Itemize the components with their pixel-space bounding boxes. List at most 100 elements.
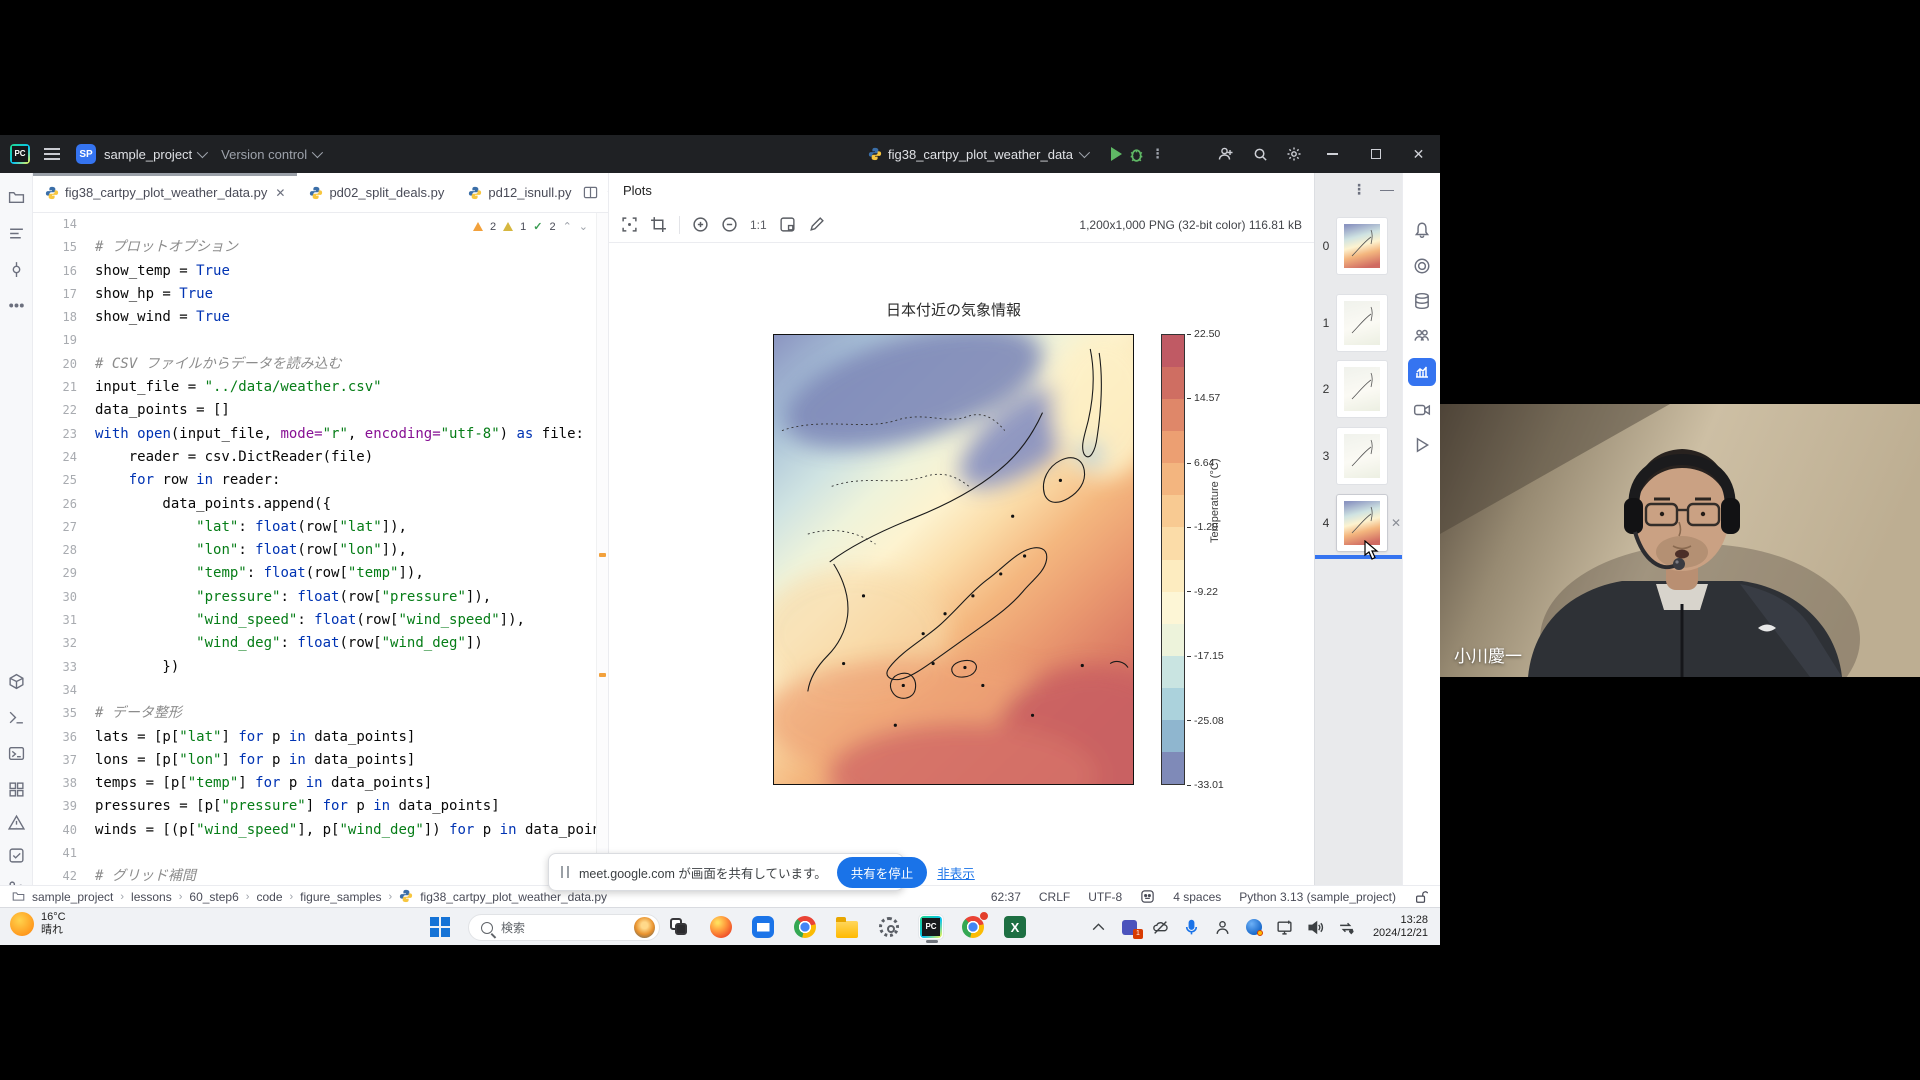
- code-line[interactable]: 42# グリッド補間: [33, 865, 608, 885]
- code-line[interactable]: 36lats = [p["lat"] for p in data_points]: [33, 726, 608, 749]
- firefox-app-icon[interactable]: [708, 914, 734, 940]
- line-separator-widget[interactable]: CRLF: [1039, 890, 1070, 904]
- editor-tab[interactable]: pd02_split_deals.py: [297, 173, 456, 212]
- code-line[interactable]: 34: [33, 679, 608, 702]
- close-tab-icon[interactable]: ✕: [275, 186, 285, 200]
- plot-thumbnail[interactable]: 4✕: [1315, 492, 1403, 554]
- meetings-tool-icon[interactable]: [1413, 401, 1431, 419]
- code-line[interactable]: 24 reader = csv.DictReader(file): [33, 446, 608, 469]
- settings-gear-button[interactable]: [1277, 135, 1311, 173]
- vcs-selector[interactable]: Version control: [213, 135, 328, 173]
- stop-sharing-button[interactable]: 共有を停止: [837, 857, 928, 888]
- speaker-tray-icon[interactable]: [1307, 918, 1325, 936]
- code-line[interactable]: 41: [33, 842, 608, 865]
- crop-icon[interactable]: [650, 216, 667, 233]
- plot-thumbnail[interactable]: 3: [1315, 425, 1403, 487]
- plugin-widget-icon[interactable]: [1140, 889, 1155, 904]
- teams-tray-icon[interactable]: 1: [1121, 918, 1139, 936]
- mail-app-icon[interactable]: [750, 914, 776, 940]
- close-button[interactable]: ✕: [1397, 135, 1440, 173]
- taskbar-weather-widget[interactable]: 16°C 晴れ: [10, 911, 66, 937]
- hide-panel-icon[interactable]: —: [1380, 181, 1394, 198]
- excel-app-icon[interactable]: X: [1002, 914, 1028, 940]
- code-line[interactable]: 15# プロットオプション: [33, 236, 608, 259]
- plots-options-icon[interactable]: ⋮: [1352, 181, 1366, 198]
- code-line[interactable]: 31 "wind_speed": float(row["wind_speed"]…: [33, 609, 608, 632]
- code-editor[interactable]: 1415# プロットオプション16show_temp = True17show_…: [33, 213, 608, 885]
- warning-mark[interactable]: [599, 673, 606, 677]
- editor-tab[interactable]: pd12_isnull.py: [456, 173, 583, 212]
- run-tool-icon[interactable]: [1413, 436, 1431, 454]
- project-folder-icon[interactable]: [8, 189, 25, 206]
- code-line[interactable]: 32 "wind_deg": float(row["wind_deg"]): [33, 632, 608, 655]
- inspections-widget[interactable]: 2 1 ✓2 ⌃⌄: [469, 218, 592, 235]
- encoding-widget[interactable]: UTF-8: [1088, 890, 1122, 904]
- interpreter-widget[interactable]: Python 3.13 (sample_project): [1239, 890, 1396, 904]
- packages-icon[interactable]: [8, 673, 25, 690]
- breadcrumb-item[interactable]: sample_project: [32, 890, 113, 904]
- problems-icon[interactable]: [8, 814, 25, 831]
- project-badge[interactable]: SP: [76, 144, 96, 164]
- code-line[interactable]: 19: [33, 329, 608, 352]
- terminal-icon[interactable]: [8, 745, 25, 762]
- plot-thumbnail[interactable]: 2: [1315, 358, 1403, 420]
- debug-button[interactable]: [1128, 146, 1145, 163]
- pause-icon[interactable]: [561, 866, 569, 878]
- minimize-button[interactable]: [1311, 135, 1354, 173]
- breadcrumb-item[interactable]: lessons: [131, 890, 172, 904]
- add-user-button[interactable]: [1209, 135, 1243, 173]
- code-line[interactable]: 33 }): [33, 656, 608, 679]
- zoom-in-icon[interactable]: [692, 216, 709, 233]
- commit-icon[interactable]: [8, 261, 25, 278]
- main-menu-icon[interactable]: [44, 148, 60, 160]
- breadcrumb-item[interactable]: fig38_cartpy_plot_weather_data.py: [420, 890, 607, 904]
- code-line[interactable]: 17show_hp = True: [33, 283, 608, 306]
- python-console-icon[interactable]: [8, 709, 25, 726]
- breadcrumb-item[interactable]: code: [256, 890, 282, 904]
- code-line[interactable]: 40winds = [(p["wind_speed"], p["wind_deg…: [33, 819, 608, 842]
- ai-assistant-tool-icon[interactable]: [1413, 257, 1431, 275]
- breadcrumb-item[interactable]: 60_step6: [189, 890, 238, 904]
- notifications-tool-icon[interactable]: [1413, 221, 1431, 239]
- code-line[interactable]: 29 "temp": float(row["temp"]),: [33, 562, 608, 585]
- blue-orb-tray-icon[interactable]: [1245, 918, 1263, 936]
- actual-size-button[interactable]: 1:1: [750, 218, 767, 232]
- explorer-app-icon[interactable]: [834, 914, 860, 940]
- database-tool-icon[interactable]: [1413, 292, 1431, 310]
- services-icon[interactable]: [8, 781, 25, 798]
- chrome-app-icon[interactable]: [792, 914, 818, 940]
- zoom-out-icon[interactable]: [721, 216, 738, 233]
- more-icon[interactable]: [8, 297, 25, 314]
- pycharm-app-icon[interactable]: PC: [918, 914, 944, 940]
- display-tray-icon[interactable]: [1276, 918, 1294, 936]
- code-line[interactable]: 35# データ整形: [33, 702, 608, 725]
- remove-plot-icon[interactable]: ✕: [1391, 516, 1401, 530]
- search-everywhere-button[interactable]: [1243, 135, 1277, 173]
- split-editor-icon[interactable]: [583, 185, 598, 200]
- editor-scrollbar[interactable]: [596, 213, 608, 885]
- run-button[interactable]: [1111, 147, 1122, 161]
- start-button[interactable]: [430, 917, 450, 937]
- fit-to-view-icon[interactable]: [621, 216, 638, 233]
- code-line[interactable]: 38temps = [p["temp"] for p in data_point…: [33, 772, 608, 795]
- code-line[interactable]: 23with open(input_file, mode="r", encodi…: [33, 423, 608, 446]
- unlocked-icon[interactable]: [1414, 890, 1428, 904]
- plots-tool-icon[interactable]: [1408, 358, 1436, 386]
- ime-tray-icon[interactable]: [1338, 918, 1356, 936]
- plot-thumbnail[interactable]: 1: [1315, 292, 1403, 354]
- edit-icon[interactable]: [808, 216, 825, 233]
- code-line[interactable]: 26 data_points.append({: [33, 493, 608, 516]
- taskbar-clock[interactable]: 13:28 2024/12/21: [1373, 914, 1428, 940]
- code-line[interactable]: 39pressures = [p["pressure"] for p in da…: [33, 795, 608, 818]
- warning-mark[interactable]: [599, 553, 606, 557]
- code-line[interactable]: 22data_points = []: [33, 399, 608, 422]
- code-line[interactable]: 37lons = [p["lon"] for p in data_points]: [33, 749, 608, 772]
- hide-banner-link[interactable]: 非表示: [937, 863, 975, 882]
- microphone-tray-icon[interactable]: [1183, 918, 1201, 936]
- code-line[interactable]: 16show_temp = True: [33, 260, 608, 283]
- indent-widget[interactable]: 4 spaces: [1173, 890, 1221, 904]
- code-line[interactable]: 18show_wind = True: [33, 306, 608, 329]
- chevron-up-tray-icon[interactable]: [1090, 918, 1108, 936]
- collaboration-tool-icon[interactable]: [1413, 326, 1431, 344]
- project-selector[interactable]: sample_project: [96, 135, 213, 173]
